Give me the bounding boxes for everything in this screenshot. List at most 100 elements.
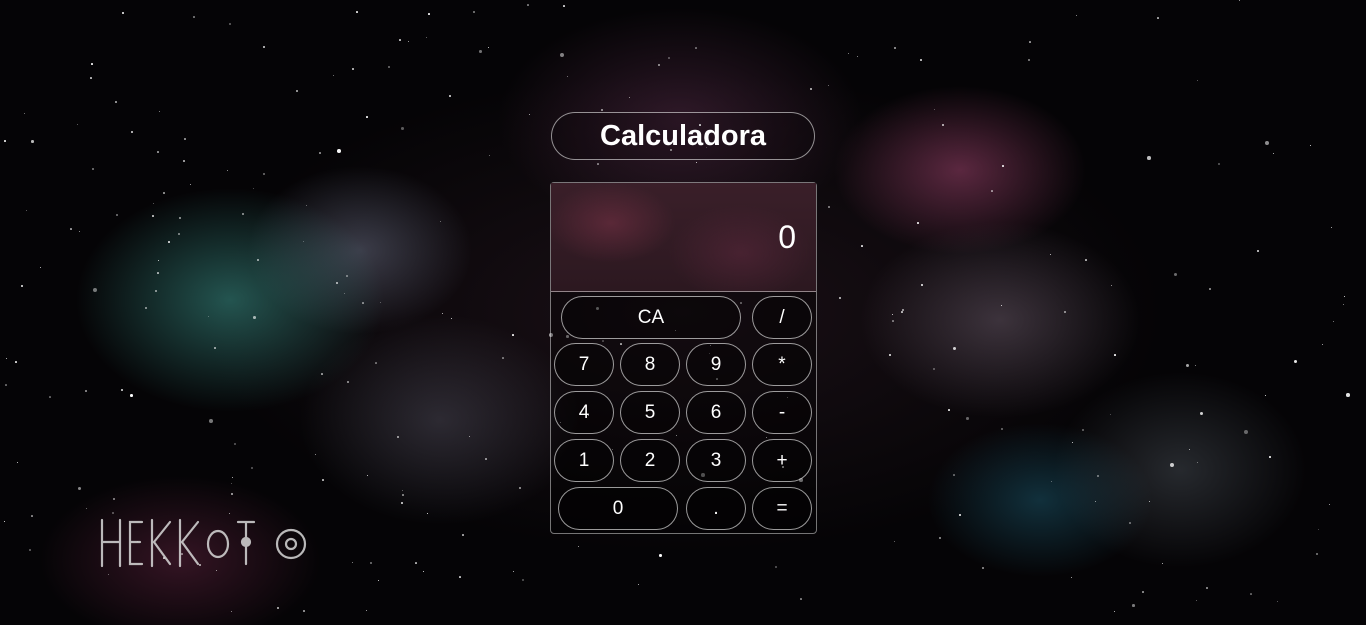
digit-5-button[interactable]: 5 <box>620 391 680 434</box>
add-button[interactable]: + <box>752 439 812 482</box>
star <box>848 53 849 54</box>
star <box>1269 456 1271 458</box>
star <box>959 514 961 516</box>
star <box>892 320 894 322</box>
digit-8-button[interactable]: 8 <box>620 343 680 386</box>
star <box>397 436 399 438</box>
star <box>157 272 159 274</box>
digit-3-button[interactable]: 3 <box>686 439 746 482</box>
star <box>70 228 72 230</box>
equals-button[interactable]: = <box>752 487 812 530</box>
star <box>370 562 372 564</box>
star <box>183 160 185 162</box>
star <box>1129 522 1131 524</box>
star <box>130 394 133 397</box>
star <box>116 214 118 216</box>
star <box>163 192 165 194</box>
star <box>659 554 662 557</box>
star <box>90 77 92 79</box>
clear-button[interactable]: CA <box>561 296 741 339</box>
star <box>157 151 159 153</box>
star <box>1082 429 1084 431</box>
star <box>214 347 216 349</box>
star <box>231 493 233 495</box>
star <box>966 417 969 420</box>
star <box>321 373 323 375</box>
divide-button[interactable]: / <box>752 296 812 339</box>
star <box>179 217 181 219</box>
star <box>352 68 354 70</box>
star <box>31 140 34 143</box>
star <box>399 39 401 41</box>
star <box>242 213 244 215</box>
star <box>459 576 461 578</box>
star <box>527 4 529 6</box>
decimal-button[interactable]: . <box>686 487 746 530</box>
digit-7-button[interactable]: 7 <box>554 343 614 386</box>
star <box>375 362 377 364</box>
digit-1-button[interactable]: 1 <box>554 439 614 482</box>
star <box>1257 250 1259 252</box>
star <box>519 487 521 489</box>
star <box>31 515 33 517</box>
star <box>479 50 482 53</box>
digit-2-button[interactable]: 2 <box>620 439 680 482</box>
digit-0-button[interactable]: 0 <box>558 487 678 530</box>
star <box>91 63 93 65</box>
star <box>1209 288 1211 290</box>
star <box>152 215 154 217</box>
star <box>337 149 341 153</box>
star <box>1147 156 1151 160</box>
star <box>512 334 514 336</box>
star <box>362 302 364 304</box>
star <box>234 443 236 445</box>
star <box>942 124 944 126</box>
star <box>347 381 349 383</box>
star <box>695 47 697 49</box>
star <box>1029 41 1031 43</box>
star <box>346 275 348 277</box>
digit-6-button[interactable]: 6 <box>686 391 746 434</box>
star <box>668 57 670 59</box>
star <box>415 562 417 564</box>
star <box>92 168 94 170</box>
star <box>1244 430 1248 434</box>
star <box>917 222 919 224</box>
star <box>775 566 777 568</box>
star <box>263 46 265 48</box>
digit-9-button[interactable]: 9 <box>686 343 746 386</box>
star <box>1157 17 1159 19</box>
star <box>209 419 213 423</box>
star <box>889 354 891 356</box>
star <box>449 95 451 97</box>
multiply-button[interactable]: * <box>752 343 812 386</box>
page-title: Calculadora <box>551 112 815 160</box>
star <box>901 311 903 313</box>
star <box>229 23 231 25</box>
star <box>1002 165 1004 167</box>
star <box>366 116 368 118</box>
hekkoto-logo <box>100 518 307 568</box>
star <box>428 13 430 15</box>
star <box>322 479 324 481</box>
star <box>597 163 599 165</box>
star <box>401 502 403 504</box>
star <box>319 152 321 154</box>
star <box>948 409 950 411</box>
star <box>1142 591 1144 593</box>
star <box>277 607 279 609</box>
star <box>462 534 464 536</box>
star <box>933 368 935 370</box>
star <box>1316 553 1318 555</box>
star <box>178 233 180 235</box>
star <box>473 11 475 13</box>
star <box>303 610 305 612</box>
star <box>1218 163 1220 165</box>
star <box>953 474 955 476</box>
star <box>184 138 186 140</box>
star <box>115 101 117 103</box>
subtract-button[interactable]: - <box>752 391 812 434</box>
digit-4-button[interactable]: 4 <box>554 391 614 434</box>
star <box>1001 428 1003 430</box>
star <box>563 5 565 7</box>
